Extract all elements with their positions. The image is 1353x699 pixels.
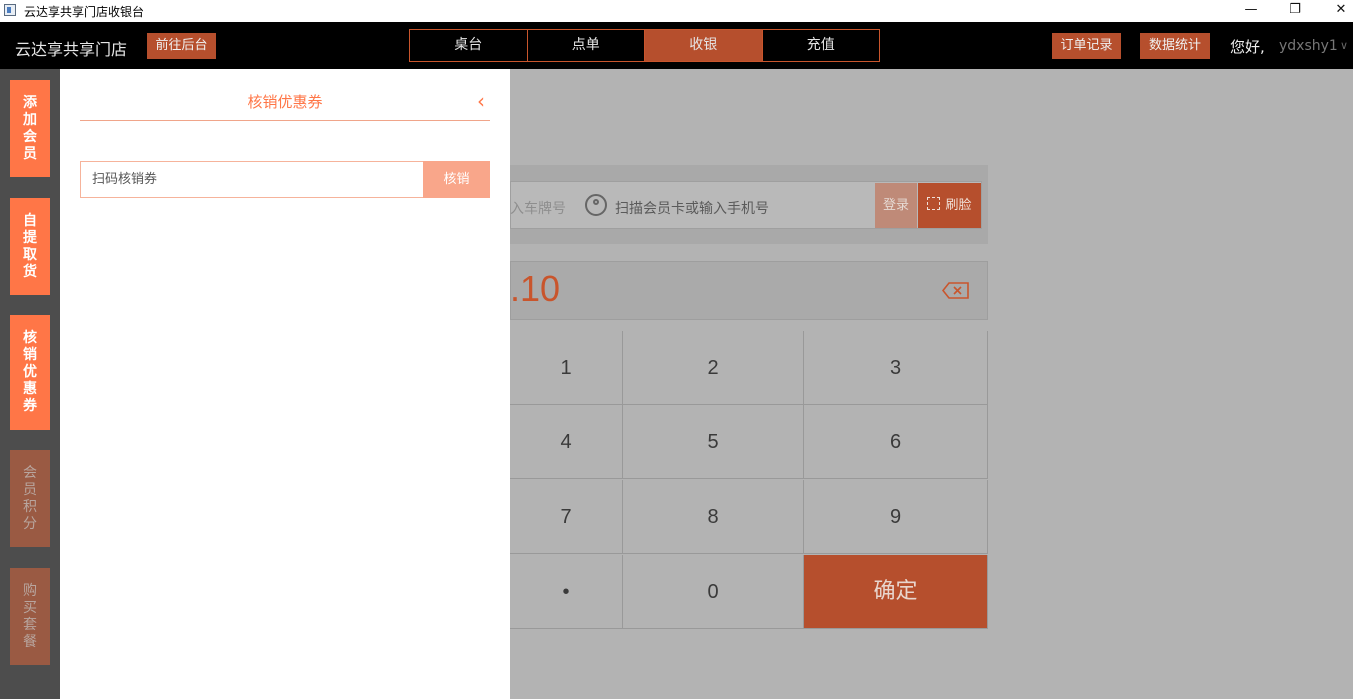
- login-button[interactable]: 登录: [875, 183, 917, 228]
- key-9[interactable]: 9: [804, 480, 988, 554]
- member-input-placeholder[interactable]: 扫描会员卡或输入手机号: [615, 198, 769, 218]
- order-records-button[interactable]: 订单记录: [1052, 33, 1121, 59]
- sidebar-item-self-pickup[interactable]: 自提取货: [10, 198, 50, 295]
- key-6[interactable]: 6: [804, 405, 988, 479]
- sidebar-item-label: 购买套餐: [23, 582, 37, 650]
- main-tabs: 桌台 点单 收银 充值: [409, 29, 880, 62]
- sidebar-item-add-member[interactable]: 添加会员: [10, 80, 50, 177]
- tab-recharge[interactable]: 充值: [763, 30, 880, 61]
- confirm-button[interactable]: 确定: [804, 555, 988, 629]
- face-pay-button[interactable]: 刷脸: [918, 183, 981, 228]
- key-0[interactable]: 0: [623, 555, 804, 629]
- app-icon: [4, 4, 16, 16]
- username[interactable]: ydxshy1: [1279, 38, 1338, 54]
- chevron-down-icon[interactable]: ∨: [1340, 39, 1348, 52]
- sidebar-item-verify-coupon[interactable]: 核销优惠券: [10, 315, 50, 430]
- tab-tables[interactable]: 桌台: [410, 30, 528, 61]
- tab-order[interactable]: 点单: [528, 30, 645, 61]
- sidebar-item-label: 添加会员: [23, 94, 37, 162]
- key-4[interactable]: 4: [510, 405, 623, 479]
- face-pay-label: 刷脸: [945, 198, 972, 213]
- backspace-icon[interactable]: [942, 282, 969, 299]
- sidebar: 添加会员 自提取货 核销优惠券 会员积分 购买套餐: [0, 69, 60, 699]
- panel-title: 核销优惠券: [247, 93, 323, 111]
- amount-value: .10: [510, 268, 561, 309]
- key-2[interactable]: 2: [623, 331, 804, 405]
- close-button[interactable]: ✕: [1318, 0, 1353, 22]
- keypad: 1 2 3 4 5 6 7 8 9 • 0 确定: [510, 331, 988, 631]
- sidebar-item-buy-package[interactable]: 购买套餐: [10, 568, 50, 665]
- window-titlebar: 云达享共享门店收银台 — ❐ ✕: [0, 0, 1353, 22]
- go-backend-button[interactable]: 前往后台: [147, 33, 216, 59]
- sidebar-item-label: 核销优惠券: [23, 330, 37, 414]
- restore-button[interactable]: ❐: [1272, 0, 1318, 22]
- top-bar: 云达享共享门店 前往后台 桌台 点单 收银 充值 订单记录 数据统计 您好, y…: [0, 22, 1353, 69]
- key-7[interactable]: 7: [510, 480, 623, 554]
- key-5[interactable]: 5: [623, 405, 804, 479]
- minimize-button[interactable]: —: [1228, 0, 1274, 22]
- divider: [80, 120, 490, 121]
- sidebar-item-member-points[interactable]: 会员积分: [10, 450, 50, 547]
- amount-display: [510, 261, 988, 320]
- verify-button[interactable]: 核销: [423, 161, 490, 198]
- tab-checkout[interactable]: 收银: [645, 30, 763, 61]
- store-name: 云达享共享门店: [15, 40, 128, 59]
- window-title: 云达享共享门店收银台: [24, 5, 145, 19]
- key-3[interactable]: 3: [804, 331, 988, 405]
- user-icon: [585, 194, 607, 216]
- plate-input-placeholder: 入车牌号: [510, 201, 566, 217]
- verify-coupon-panel: 核销优惠券 ‹ 核销: [60, 69, 510, 699]
- key-decimal[interactable]: •: [510, 555, 623, 629]
- sidebar-item-label: 自提取货: [23, 212, 37, 280]
- sidebar-item-label: 会员积分: [23, 464, 37, 532]
- coupon-code-input[interactable]: [80, 161, 424, 198]
- key-1[interactable]: 1: [510, 331, 623, 405]
- face-scan-icon: [927, 197, 941, 210]
- key-8[interactable]: 8: [623, 480, 804, 554]
- chevron-left-icon[interactable]: ‹: [477, 89, 485, 113]
- data-stats-button[interactable]: 数据统计: [1140, 33, 1210, 59]
- greeting: 您好,: [1230, 38, 1265, 56]
